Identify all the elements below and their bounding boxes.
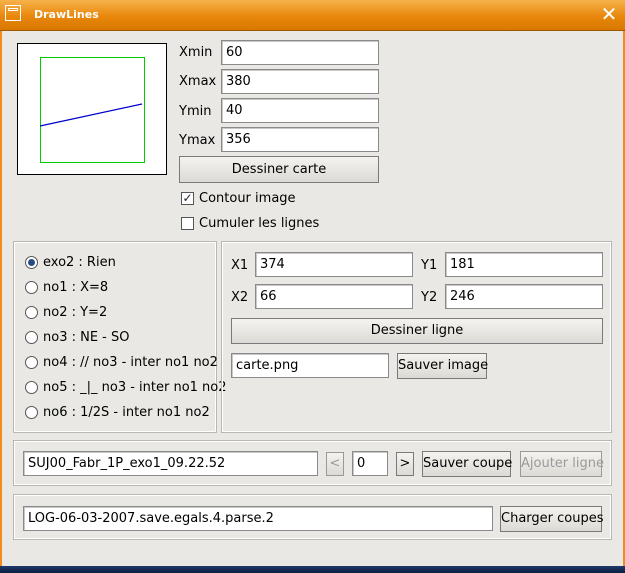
y1-field[interactable]: 181 — [445, 252, 603, 277]
exercise-label-0[interactable]: exo2 : Rien — [43, 255, 116, 270]
y2-label: Y2 — [421, 290, 438, 305]
y2-field[interactable]: 246 — [445, 284, 603, 309]
exercise-label-6[interactable]: no6 : 1/2S - inter no1 no2 — [43, 405, 210, 420]
exercise-radio-0[interactable] — [25, 256, 38, 269]
ymax-label: Ymax — [179, 133, 216, 148]
exercise-radio-6[interactable] — [25, 406, 38, 419]
save-image-button[interactable]: Sauver image — [397, 353, 488, 379]
load-cuts-button[interactable]: Charger coupes — [500, 506, 604, 532]
map-preview-canvas — [39, 57, 145, 163]
preview-line — [39, 103, 143, 127]
cut-name-field[interactable]: SUJ00_Fabr_1P_exo1_09.22.52 — [23, 451, 318, 476]
x1-label: X1 — [231, 258, 249, 273]
save-cut-button[interactable]: Sauver coupe — [422, 451, 512, 477]
preview-bounds-rect — [40, 57, 145, 163]
image-filename-field[interactable]: carte.png — [231, 353, 389, 378]
x2-field[interactable]: 66 — [255, 284, 413, 309]
ymin-field[interactable]: 40 — [221, 98, 379, 123]
add-line-button[interactable]: Ajouter ligne — [520, 451, 604, 477]
xmax-label: Xmax — [179, 74, 217, 89]
exercise-radio-5[interactable] — [25, 381, 38, 394]
exercise-label-5[interactable]: no5 : _|_ no3 - inter no1 no2 — [43, 380, 227, 395]
cumulate-label: Cumuler les lignes — [199, 216, 320, 231]
xmin-field[interactable]: 60 — [221, 40, 379, 65]
ymin-label: Ymin — [179, 104, 212, 119]
xmin-label: Xmin — [179, 45, 213, 60]
exercise-radio-1[interactable] — [25, 281, 38, 294]
cumulate-checkbox[interactable] — [181, 217, 194, 230]
draw-map-button[interactable]: Dessiner carte — [179, 156, 379, 183]
x2-label: X2 — [231, 290, 249, 305]
window-title: DrawLines — [34, 8, 99, 21]
xmax-field[interactable]: 380 — [221, 69, 379, 94]
exercise-label-3[interactable]: no3 : NE - SO — [43, 330, 130, 345]
cut-index-field[interactable]: 0 — [352, 451, 388, 476]
x1-field[interactable]: 374 — [255, 252, 413, 277]
check-icon: ✓ — [182, 191, 193, 205]
exercise-radio-3[interactable] — [25, 331, 38, 344]
next-cut-button[interactable]: > — [396, 452, 414, 476]
window-bottom-border — [0, 566, 625, 573]
window-menu-icon[interactable] — [5, 5, 21, 21]
log-file-field[interactable]: LOG-06-03-2007.save.egals.4.parse.2 — [23, 506, 493, 531]
ymax-field[interactable]: 356 — [221, 127, 379, 152]
close-icon[interactable]: ✕ — [598, 3, 620, 25]
contour-checkbox[interactable]: ✓ — [181, 192, 194, 205]
exercise-label-1[interactable]: no1 : X=8 — [43, 280, 108, 295]
y1-label: Y1 — [421, 258, 438, 273]
map-preview — [17, 43, 167, 175]
exercise-label-4[interactable]: no4 : // no3 - inter no1 no2 — [43, 355, 218, 370]
draw-line-button[interactable]: Dessiner ligne — [231, 318, 603, 344]
contour-label: Contour image — [199, 191, 296, 206]
title-bar: DrawLines ✕ — [0, 0, 625, 31]
exercise-label-2[interactable]: no2 : Y=2 — [43, 305, 107, 320]
prev-cut-button[interactable]: < — [326, 452, 344, 476]
exercise-radio-4[interactable] — [25, 356, 38, 369]
window-border-left — [0, 31, 2, 566]
exercise-radio-2[interactable] — [25, 306, 38, 319]
